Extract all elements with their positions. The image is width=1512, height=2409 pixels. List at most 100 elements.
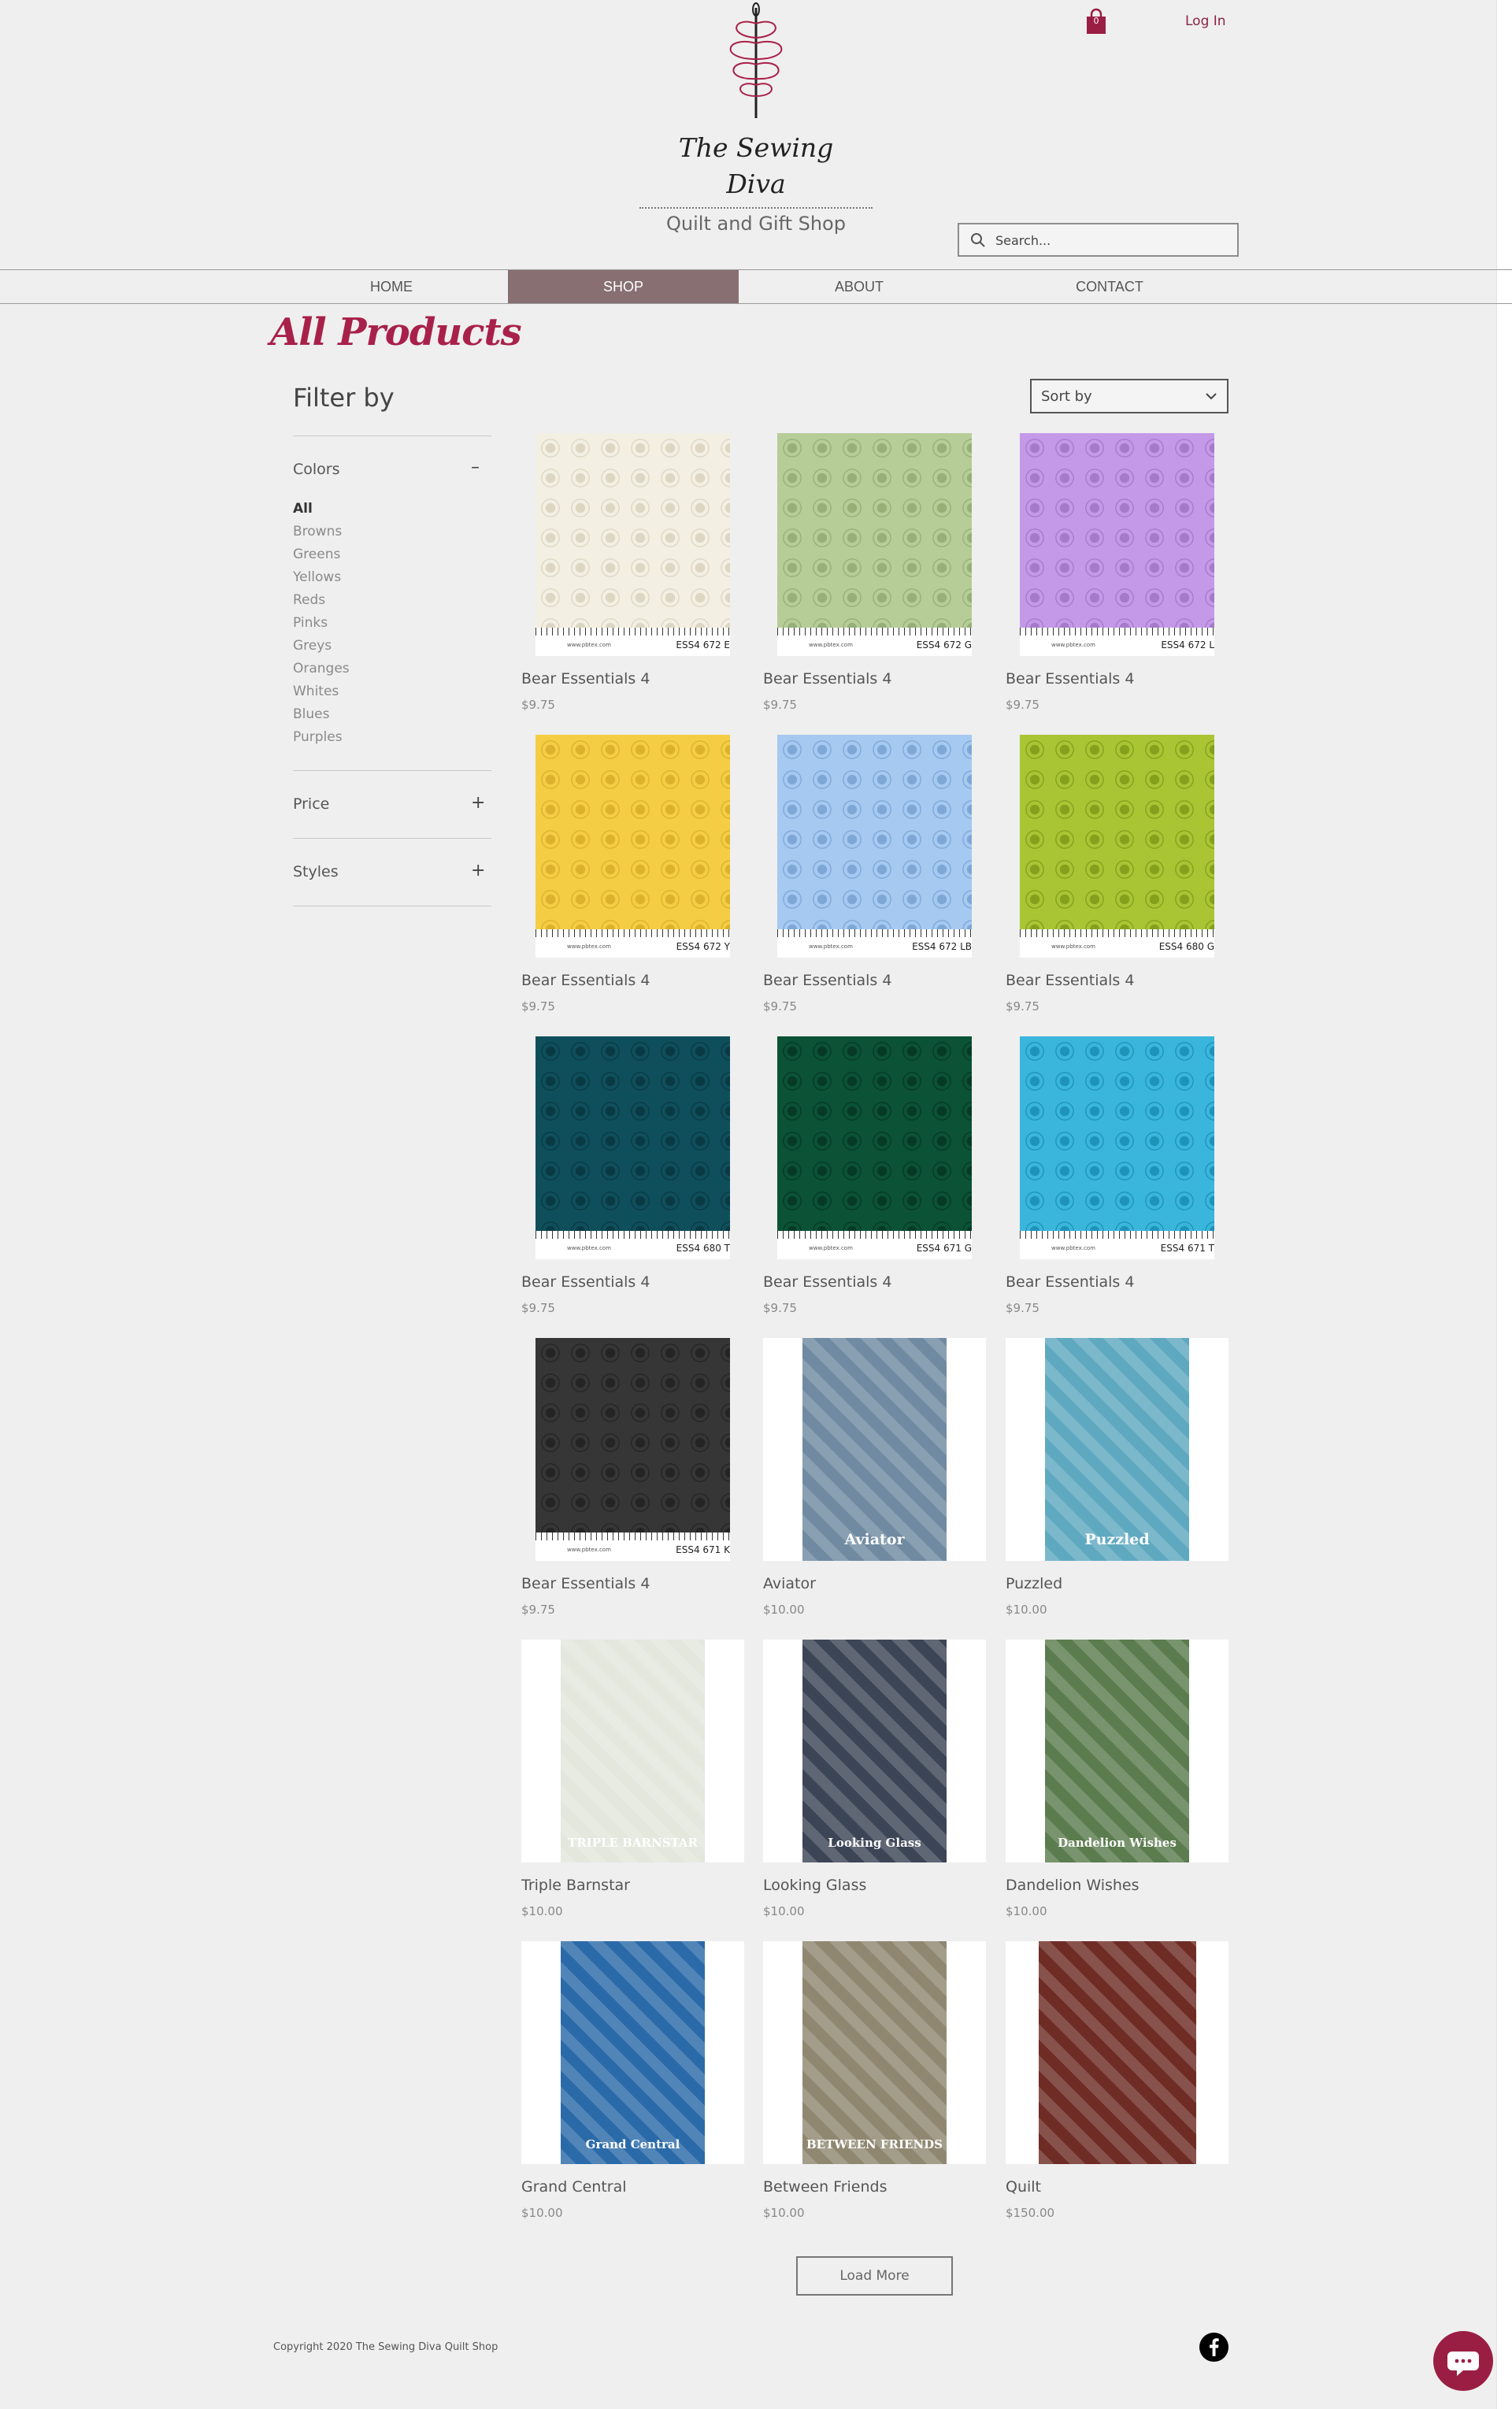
page-scrollbar[interactable]: [1496, 0, 1512, 2409]
product-card[interactable]: Dandelion Wishes Dandelion Wishes $10.00: [1006, 1640, 1228, 1933]
chat-icon[interactable]: [1433, 2331, 1493, 2391]
product-card[interactable]: Quilt $150.00: [1006, 1941, 1228, 2234]
pattern-cover: Grand Central: [561, 1941, 705, 2164]
filter-colors-header[interactable]: Colors: [293, 461, 340, 478]
product-name[interactable]: Dandelion Wishes: [1006, 1877, 1140, 1894]
product-image[interactable]: Grand Central: [521, 1941, 744, 2164]
product-image[interactable]: www.pbtex.com ESS4 672 E: [521, 433, 744, 656]
filter-styles-header[interactable]: Styles: [293, 863, 339, 880]
color-filter-greys[interactable]: Greys: [293, 638, 332, 654]
product-price: $9.75: [521, 1301, 555, 1315]
product-image[interactable]: www.pbtex.com ESS4 672 G: [763, 433, 986, 656]
color-filter-all[interactable]: All: [293, 501, 313, 517]
color-filter-reds[interactable]: Reds: [293, 592, 325, 608]
product-name[interactable]: Aviator: [763, 1575, 816, 1592]
site-logo[interactable]: [639, 0, 873, 240]
product-image[interactable]: www.pbtex.com ESS4 672 Y: [521, 735, 744, 958]
collapse-icon[interactable]: –: [471, 458, 480, 477]
fabric-code: ESS4 671 T: [1160, 1243, 1214, 1254]
needle-thread-icon: [729, 2, 783, 118]
cart-count-badge[interactable]: 0: [1085, 16, 1107, 26]
product-image[interactable]: www.pbtex.com ESS4 671 G: [763, 1036, 986, 1259]
product-image[interactable]: Puzzled: [1006, 1338, 1228, 1561]
product-card[interactable]: Puzzled Puzzled $10.00: [1006, 1338, 1228, 1631]
product-price: $10.00: [763, 1603, 805, 1617]
product-card[interactable]: Aviator Aviator $10.00: [763, 1338, 986, 1631]
product-card[interactable]: www.pbtex.com ESS4 672 E Bear Essentials 4…: [521, 433, 744, 726]
product-card[interactable]: www.pbtex.com ESS4 671 T Bear Essentials 4…: [1006, 1036, 1228, 1329]
product-image[interactable]: TRIPLE BARNSTAR: [521, 1640, 744, 1862]
fabric-code: ESS4 672 Y: [676, 941, 730, 952]
product-image[interactable]: Looking Glass: [763, 1640, 986, 1862]
product-name[interactable]: Grand Central: [521, 2178, 627, 2196]
sort-dropdown[interactable]: Sort by: [1030, 379, 1228, 413]
product-image[interactable]: BETWEEN FRIENDS: [763, 1941, 986, 2164]
color-filter-purples[interactable]: Purples: [293, 729, 343, 745]
nav-item-shop[interactable]: SHOP: [508, 270, 739, 303]
product-card[interactable]: Looking Glass Looking Glass $10.00: [763, 1640, 986, 1933]
product-name[interactable]: Bear Essentials 4: [763, 1273, 891, 1291]
product-name[interactable]: Bear Essentials 4: [763, 972, 891, 989]
product-name[interactable]: Between Friends: [763, 2178, 888, 2196]
product-card[interactable]: www.pbtex.com ESS4 671 G Bear Essentials 4…: [763, 1036, 986, 1329]
product-name[interactable]: Bear Essentials 4: [521, 670, 650, 687]
cover-title: Grand Central: [585, 2137, 680, 2151]
nav-item-contact[interactable]: CONTACT: [980, 270, 1240, 303]
product-card[interactable]: www.pbtex.com ESS4 671 K Bear Essentials 4…: [521, 1338, 744, 1631]
chevron-down-icon: [1206, 393, 1217, 400]
product-image[interactable]: www.pbtex.com ESS4 680 T: [521, 1036, 744, 1259]
color-filter-oranges[interactable]: Oranges: [293, 661, 350, 676]
product-card[interactable]: www.pbtex.com ESS4 672 LB Bear Essentials …: [763, 735, 986, 1028]
product-card[interactable]: Grand Central Grand Central $10.00: [521, 1941, 744, 2234]
nav-item-about[interactable]: ABOUT: [739, 270, 980, 303]
fabric-site-label: www.pbtex.com: [809, 943, 853, 950]
product-image[interactable]: www.pbtex.com ESS4 672 LB: [763, 735, 986, 958]
filter-price-header[interactable]: Price: [293, 795, 329, 813]
load-more-button[interactable]: Load More: [796, 2256, 953, 2296]
color-filter-blues[interactable]: Blues: [293, 706, 329, 722]
product-image[interactable]: [1006, 1941, 1228, 2164]
logo-divider: [639, 207, 873, 209]
search-box[interactable]: [958, 223, 1239, 257]
product-card[interactable]: www.pbtex.com ESS4 680 G Bear Essentials 4…: [1006, 735, 1228, 1028]
product-image[interactable]: www.pbtex.com ESS4 671 T: [1006, 1036, 1228, 1259]
product-name[interactable]: Triple Barnstar: [521, 1877, 630, 1894]
product-image[interactable]: www.pbtex.com ESS4 671 K: [521, 1338, 744, 1561]
product-name[interactable]: Bear Essentials 4: [521, 1273, 650, 1291]
expand-icon[interactable]: +: [471, 861, 485, 880]
product-name[interactable]: Bear Essentials 4: [521, 972, 650, 989]
product-name[interactable]: Looking Glass: [763, 1877, 866, 1894]
nav-item-home[interactable]: HOME: [275, 270, 508, 303]
color-filter-yellows[interactable]: Yellows: [293, 569, 341, 585]
expand-icon[interactable]: +: [471, 793, 485, 813]
product-image[interactable]: www.pbtex.com ESS4 672 L: [1006, 433, 1228, 656]
product-card[interactable]: TRIPLE BARNSTAR Triple Barnstar $10.00: [521, 1640, 744, 1933]
product-name[interactable]: Puzzled: [1006, 1575, 1062, 1592]
product-name[interactable]: Bear Essentials 4: [521, 1575, 650, 1592]
fabric-swatch: [536, 433, 730, 628]
product-card[interactable]: www.pbtex.com ESS4 680 T Bear Essentials 4…: [521, 1036, 744, 1329]
product-card[interactable]: www.pbtex.com ESS4 672 L Bear Essentials 4…: [1006, 433, 1228, 726]
login-link[interactable]: Log In: [1185, 13, 1226, 29]
product-name[interactable]: Bear Essentials 4: [1006, 670, 1134, 687]
product-card[interactable]: www.pbtex.com ESS4 672 Y Bear Essentials 4…: [521, 735, 744, 1028]
product-card[interactable]: BETWEEN FRIENDS Between Friends $10.00: [763, 1941, 986, 2234]
color-filter-browns[interactable]: Browns: [293, 524, 342, 539]
ruler-ticks: [536, 1532, 730, 1540]
color-filter-whites[interactable]: Whites: [293, 684, 339, 699]
product-name[interactable]: Bear Essentials 4: [1006, 1273, 1134, 1291]
product-name[interactable]: Bear Essentials 4: [1006, 972, 1134, 989]
facebook-icon[interactable]: [1199, 2333, 1228, 2362]
filter-title: Filter by: [293, 383, 395, 413]
product-card[interactable]: www.pbtex.com ESS4 672 G Bear Essentials 4…: [763, 433, 986, 726]
product-image[interactable]: www.pbtex.com ESS4 680 G: [1006, 735, 1228, 958]
product-image[interactable]: Dandelion Wishes: [1006, 1640, 1228, 1862]
product-name[interactable]: Quilt: [1006, 2178, 1041, 2196]
product-name[interactable]: Bear Essentials 4: [763, 670, 891, 687]
color-filter-greens[interactable]: Greens: [293, 547, 340, 562]
fabric-site-label: www.pbtex.com: [567, 943, 611, 950]
product-image[interactable]: Aviator: [763, 1338, 986, 1561]
search-input[interactable]: [995, 229, 1224, 251]
color-filter-pinks[interactable]: Pinks: [293, 615, 328, 631]
fabric-site-label: www.pbtex.com: [809, 1245, 853, 1251]
